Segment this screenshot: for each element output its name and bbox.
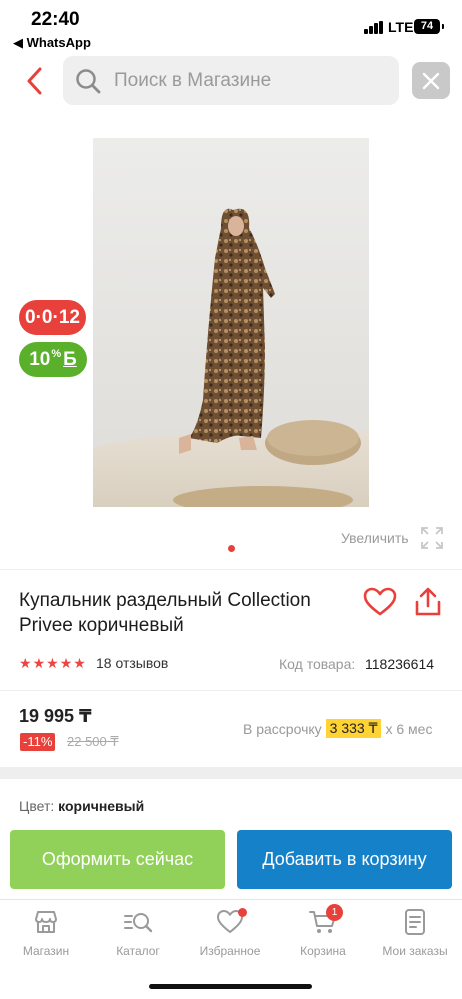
sku-value: 118236614 [365, 656, 435, 672]
gallery-dot-active[interactable] [228, 545, 235, 552]
clear-search-button[interactable] [412, 62, 450, 99]
zoom-label[interactable]: Увеличить [341, 530, 409, 546]
back-to-app-link[interactable]: ◀ WhatsApp [13, 35, 91, 51]
star-icon: ★ [46, 655, 59, 671]
search-placeholder: Поиск в Магазине [114, 69, 272, 91]
installment-info[interactable]: В рассрочку 3 333 ₸ х 6 мес [243, 719, 432, 738]
color-row: Цвет: коричневый [19, 798, 144, 814]
tab-label: Каталог [116, 944, 160, 958]
section-divider [0, 767, 462, 779]
product-title: Купальник раздельный Collection Privee к… [19, 590, 311, 636]
search-icon [76, 68, 101, 93]
bonus-percent: 10 [29, 348, 51, 370]
search-input[interactable]: Поиск в Магазине [63, 56, 399, 105]
home-indicator[interactable] [149, 984, 312, 989]
product-photo [93, 138, 369, 507]
old-price: 22 500 ₸ [67, 734, 119, 749]
tab-label: Магазин [22, 944, 70, 958]
reviews-link[interactable]: 18 отзывов [96, 655, 168, 671]
rating-stars[interactable]: ★ ★ ★ ★ ★ [19, 655, 87, 672]
tab-cart[interactable]: 1 Корзина [277, 904, 369, 958]
bonus-badge: 10% Б [19, 342, 87, 377]
discount-badge: -11% [20, 733, 56, 751]
tab-store[interactable]: Магазин [0, 908, 92, 958]
checkout-now-button[interactable]: Оформить сейчас [10, 830, 225, 889]
price: 19 995 ₸ [19, 706, 92, 726]
chevron-left-icon [27, 67, 42, 95]
star-icon: ★ [19, 655, 32, 671]
product-image[interactable] [93, 138, 369, 507]
share-icon [415, 587, 441, 616]
expand-icon[interactable] [420, 526, 444, 550]
add-to-cart-button[interactable]: Добавить в корзину [237, 830, 452, 889]
status-time: 22:40 [31, 9, 80, 30]
cart-count-badge: 1 [326, 904, 343, 921]
catalog-search-icon [124, 913, 153, 933]
store-icon [35, 911, 57, 933]
color-label: Цвет: [19, 798, 55, 814]
tab-catalog[interactable]: Каталог [92, 908, 184, 958]
timer-badge: 0·0·12 [19, 300, 86, 335]
star-icon: ★ [32, 655, 46, 671]
status-bar: 22:40 ◀ WhatsApp LTE 74 [0, 0, 462, 54]
divider [0, 690, 462, 691]
tab-label: Избранное [199, 944, 261, 958]
divider [0, 569, 462, 570]
bonus-percent-sign: % [51, 347, 62, 360]
signal-icon [364, 21, 384, 34]
color-value: коричневый [58, 798, 145, 814]
bonus-currency: Б [63, 348, 77, 370]
star-icon: ★ [73, 655, 86, 671]
tab-orders[interactable]: Мои заказы [369, 908, 461, 958]
tab-favorites[interactable]: Избранное [184, 908, 276, 958]
battery-icon: 74 [414, 19, 444, 34]
close-icon [422, 72, 440, 89]
tab-label: Корзина [300, 944, 346, 958]
favorite-button[interactable] [363, 587, 397, 617]
star-icon: ★ [59, 655, 73, 671]
installment-suffix: х 6 мес [385, 720, 433, 737]
installment-prefix: В рассрочку [243, 720, 322, 737]
network-type: LTE [388, 19, 414, 35]
share-button[interactable] [413, 586, 443, 618]
favorites-indicator-dot [238, 908, 247, 917]
orders-icon [405, 909, 425, 935]
installment-amount: 3 333 ₸ [325, 719, 382, 738]
back-button[interactable] [18, 63, 50, 99]
sku-label: Код товара: [279, 656, 356, 672]
tab-label: Мои заказы [382, 944, 448, 958]
heart-icon [363, 587, 397, 616]
